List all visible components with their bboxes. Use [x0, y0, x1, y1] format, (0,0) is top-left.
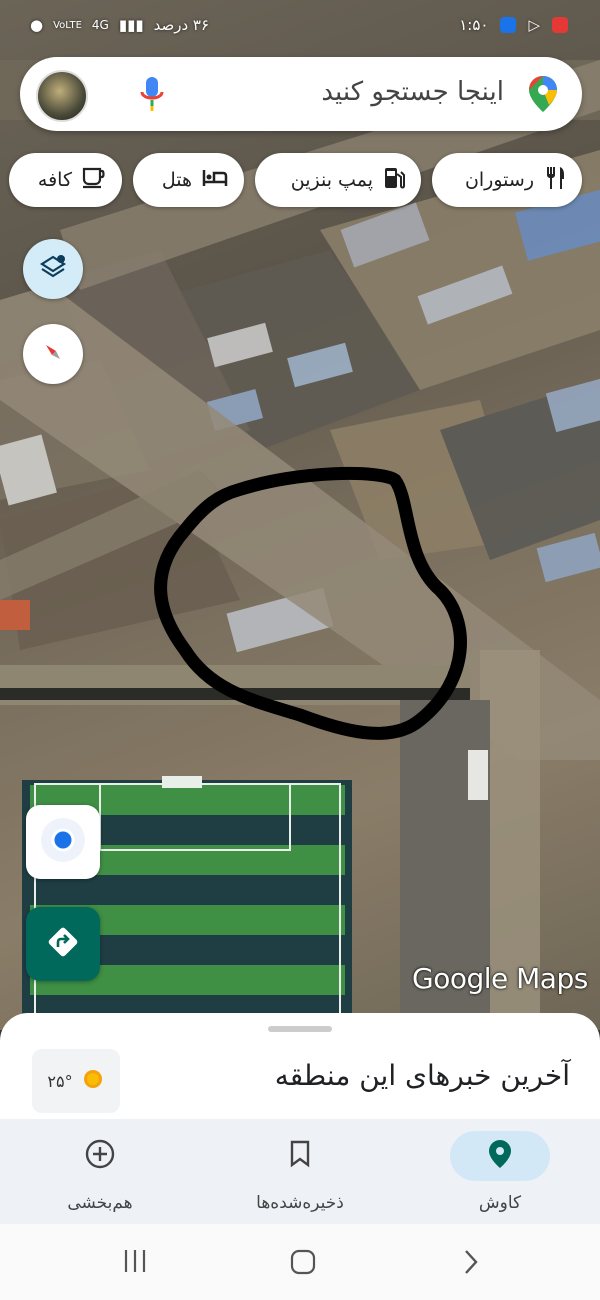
chip-label: کافه: [37, 169, 72, 191]
search-bar[interactable]: اینجا جستجو کنید: [20, 57, 582, 131]
my-location-icon: [39, 816, 87, 868]
directions-icon: [46, 925, 80, 963]
hotel-icon: [202, 168, 228, 193]
signal-icon: ▮▮▮: [118, 16, 144, 34]
status-network: 4G: [91, 18, 109, 32]
chip-cafe[interactable]: کافه: [9, 153, 122, 207]
chip-label: پمپ بنزین: [290, 169, 373, 191]
chip-hotel[interactable]: هتل: [133, 153, 244, 207]
bookmark-icon: [289, 1140, 311, 1173]
tab-saved[interactable]: ذخیره‌شده‌ها: [225, 1131, 375, 1213]
tab-saved-label: ذخیره‌شده‌ها: [256, 1193, 344, 1213]
profile-avatar[interactable]: [36, 70, 88, 122]
status-bar: ۱:۵۰ ▷ ۳۶ درصد ▮▮▮ 4G VoLTE ●: [0, 8, 600, 44]
chip-gas-station[interactable]: پمپ بنزین: [255, 153, 421, 207]
sun-icon: [81, 1067, 105, 1095]
add-circle-icon: [84, 1138, 116, 1175]
tab-explore-highlight: [450, 1131, 550, 1181]
layers-icon: [39, 253, 67, 285]
chip-label: رستوران: [464, 169, 534, 191]
recent-apps-icon[interactable]: [122, 1248, 148, 1278]
compass-icon: [40, 339, 66, 369]
weather-temperature: ۲۵°: [47, 1071, 73, 1091]
gas-station-icon: [383, 166, 405, 195]
tab-explore-label: کاوش: [478, 1193, 522, 1213]
weather-badge[interactable]: ۲۵°: [32, 1049, 120, 1113]
bottom-nav: کاوش ذخیره‌شده‌ها هم‌بخشی: [0, 1119, 600, 1224]
app-notification-icon: [552, 17, 568, 33]
my-location-button[interactable]: [26, 805, 100, 879]
layers-button[interactable]: [23, 239, 83, 299]
tab-contribute[interactable]: هم‌بخشی: [25, 1131, 175, 1213]
status-battery: ۳۶ درصد: [153, 16, 210, 34]
bottom-sheet[interactable]: آخرین خبرهای این منطقه ۲۵°: [0, 1013, 600, 1133]
location-status-icon: ●: [30, 16, 44, 34]
play-icon: ▷: [528, 16, 540, 34]
sheet-title: آخرین خبرهای این منطقه: [274, 1059, 570, 1092]
messenger-icon: [500, 17, 517, 33]
restaurant-icon: [544, 166, 566, 195]
tab-explore[interactable]: کاوش: [425, 1131, 575, 1213]
compass-button[interactable]: [23, 324, 83, 384]
home-icon[interactable]: [289, 1248, 317, 1280]
status-lte: VoLTE: [53, 19, 82, 31]
maps-pin-icon: [528, 75, 558, 117]
google-maps-watermark: Google Maps: [412, 962, 588, 995]
search-input[interactable]: اینجا جستجو کنید: [321, 77, 504, 107]
system-nav-bar: [0, 1224, 600, 1300]
status-time: ۱:۵۰: [459, 16, 489, 34]
sheet-handle[interactable]: [268, 1026, 332, 1032]
chip-label: هتل: [161, 169, 192, 191]
cafe-icon: [82, 167, 106, 194]
chip-restaurant[interactable]: رستوران: [432, 153, 582, 207]
tab-contribute-label: هم‌بخشی: [67, 1193, 133, 1213]
tab-saved-icon-wrap: [250, 1131, 350, 1181]
microphone-icon[interactable]: [140, 76, 164, 116]
tab-contribute-icon-wrap: [50, 1131, 150, 1181]
back-icon[interactable]: [460, 1248, 480, 1280]
location-pin-icon: [488, 1139, 512, 1174]
directions-button[interactable]: [26, 907, 100, 981]
